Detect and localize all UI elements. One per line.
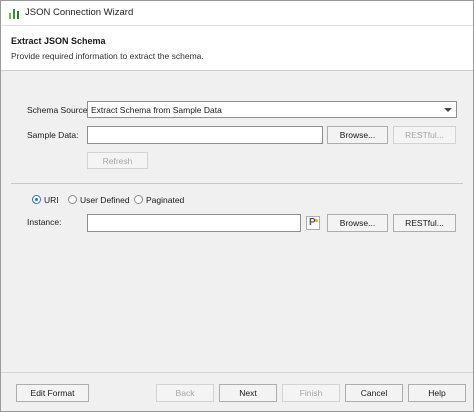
instance-label: Instance: bbox=[27, 217, 62, 227]
title-bar: JSON Connection Wizard bbox=[1, 1, 473, 26]
instance-input[interactable] bbox=[87, 214, 301, 232]
back-button[interactable]: Back bbox=[156, 384, 214, 402]
instance-restful-button[interactable]: RESTful... bbox=[393, 214, 456, 232]
radio-paginated[interactable] bbox=[134, 195, 143, 204]
schema-source-value: Extract Schema from Sample Data bbox=[91, 105, 222, 115]
chevron-down-icon[interactable] bbox=[444, 108, 452, 112]
finish-button[interactable]: Finish bbox=[282, 384, 340, 402]
refresh-button[interactable]: Refresh bbox=[87, 152, 148, 169]
schema-source-select[interactable]: Extract Schema from Sample Data bbox=[87, 101, 457, 118]
next-button[interactable]: Next bbox=[219, 384, 277, 402]
instance-browse-button[interactable]: Browse... bbox=[327, 214, 388, 232]
parameter-icon[interactable]: P bbox=[306, 216, 320, 230]
app-chart-icon bbox=[9, 7, 20, 19]
sample-data-browse-button[interactable]: Browse... bbox=[327, 126, 388, 144]
radio-user-defined[interactable] bbox=[68, 195, 77, 204]
radio-paginated-label[interactable]: Paginated bbox=[146, 195, 184, 205]
window-title: JSON Connection Wizard bbox=[25, 7, 134, 18]
sample-data-label: Sample Data: bbox=[27, 130, 79, 140]
radio-user-defined-label[interactable]: User Defined bbox=[80, 195, 130, 205]
radio-uri-label[interactable]: URI bbox=[44, 195, 59, 205]
page-subtitle: Provide required information to extract … bbox=[11, 51, 204, 61]
page-title: Extract JSON Schema bbox=[11, 36, 106, 46]
section-divider bbox=[11, 183, 463, 184]
wizard-header: Extract JSON Schema Provide required inf… bbox=[1, 26, 473, 71]
schema-source-label: Schema Source: bbox=[27, 105, 90, 115]
edit-format-button[interactable]: Edit Format bbox=[16, 384, 89, 402]
sample-data-restful-button[interactable]: RESTful... bbox=[393, 126, 456, 144]
help-button[interactable]: Help bbox=[408, 384, 466, 402]
radio-uri[interactable] bbox=[32, 195, 41, 204]
wizard-window: JSON Connection Wizard Extract JSON Sche… bbox=[0, 0, 474, 412]
sample-data-input[interactable] bbox=[87, 126, 323, 144]
footer-divider bbox=[1, 372, 473, 373]
cancel-button[interactable]: Cancel bbox=[345, 384, 403, 402]
